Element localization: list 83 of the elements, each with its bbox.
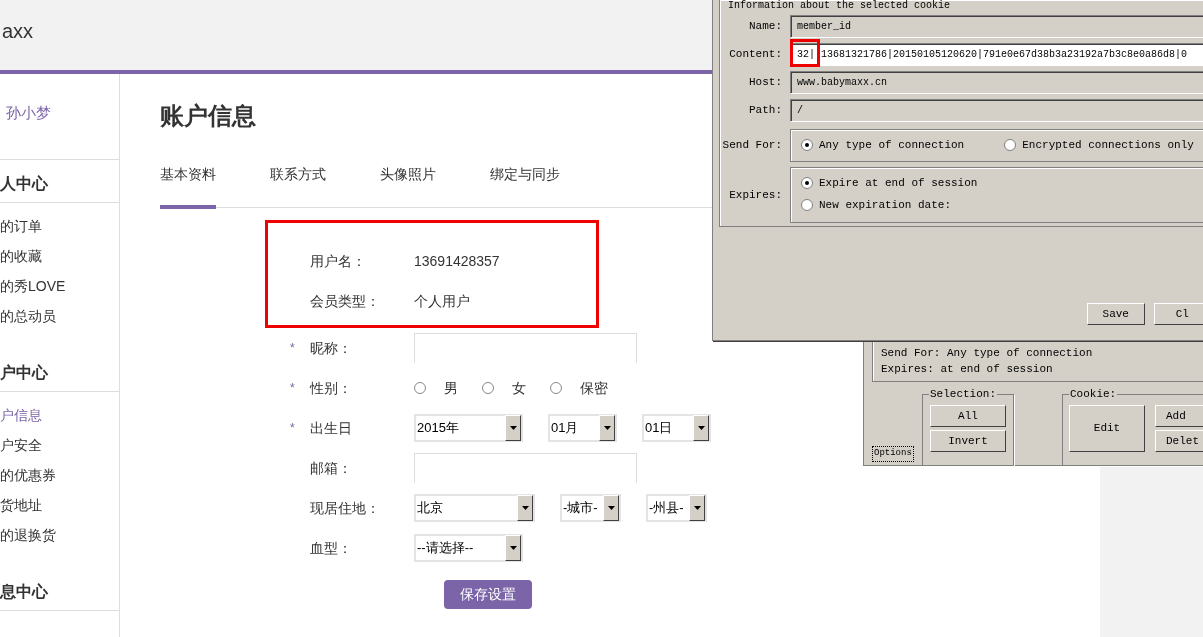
radio-icon[interactable] xyxy=(801,177,813,189)
input-field[interactable]: member_id xyxy=(790,14,1203,38)
sidebar-item[interactable]: 的总动员 xyxy=(0,301,56,331)
field-label: 昵称： xyxy=(310,339,352,356)
radio-option[interactable]: New expiration date: xyxy=(801,194,1199,216)
dialog-button[interactable]: Add xyxy=(1155,405,1203,427)
save-button[interactable]: 保存设置 xyxy=(444,580,532,609)
section-heading: 户中心 xyxy=(0,364,48,381)
field-value: 个人用户 xyxy=(414,291,470,311)
radio-icon[interactable] xyxy=(482,382,494,394)
radio-icon[interactable] xyxy=(801,139,813,151)
field-label: Path: xyxy=(749,103,782,116)
caret-icon xyxy=(603,426,611,430)
field-label: Send For: xyxy=(722,139,782,152)
sidebar-item[interactable]: 户信息 xyxy=(0,400,42,430)
caret-icon xyxy=(607,506,615,510)
field-label: 血型： xyxy=(310,539,352,556)
user-name[interactable]: 孙小梦 xyxy=(0,74,119,160)
input-field[interactable]: / xyxy=(790,98,1203,122)
field-label: 出生日 xyxy=(310,419,352,436)
sidebar-item[interactable]: 货地址 xyxy=(0,490,42,520)
field-label: Expires: xyxy=(729,188,782,201)
caret-icon xyxy=(509,426,517,430)
field-label: Host: xyxy=(749,75,782,88)
caret-icon xyxy=(697,426,705,430)
detail-text: Send For: Any type of connection xyxy=(881,347,1093,359)
site-logo[interactable]: axx xyxy=(2,0,34,46)
sidebar-item[interactable]: 的收藏 xyxy=(0,241,42,271)
dialog-button[interactable]: Invert xyxy=(930,430,1006,452)
required-mark: * xyxy=(290,341,295,355)
dialog-button[interactable]: Cl xyxy=(1153,303,1203,325)
radio-option[interactable]: 女 xyxy=(482,377,526,399)
dropdown[interactable]: 01月 xyxy=(548,414,617,442)
input-field[interactable] xyxy=(414,453,637,483)
input-field[interactable]: www.babymaxx.cn xyxy=(790,70,1203,94)
dropdown[interactable]: -城市- xyxy=(560,494,621,522)
required-mark: * xyxy=(290,381,295,395)
field-label: 邮箱： xyxy=(310,459,352,476)
dropdown[interactable]: --请选择-- xyxy=(414,534,523,562)
section-heading: 人中心 xyxy=(0,175,48,192)
group-heading: Information about the selected cookie xyxy=(728,0,951,11)
radio-option[interactable]: 男 xyxy=(414,377,458,399)
caret-icon xyxy=(521,506,529,510)
radio-icon[interactable] xyxy=(414,382,426,394)
radio-icon[interactable] xyxy=(550,382,562,394)
radio-icon[interactable] xyxy=(801,199,813,211)
section-heading: 息中心 xyxy=(0,583,48,600)
radio-option[interactable]: Any type of connection xyxy=(801,134,965,156)
sidebar-item[interactable]: 的优惠券 xyxy=(0,460,56,490)
tab[interactable]: 绑定与同步 xyxy=(490,164,560,209)
radio-option[interactable]: Encrypted connections only xyxy=(1004,134,1194,156)
options-button[interactable]: Options xyxy=(872,446,914,462)
dropdown[interactable]: -州县- xyxy=(646,494,707,522)
field-label: Name: xyxy=(749,19,782,32)
dialog-button[interactable]: Save xyxy=(1087,303,1145,325)
dialog-button[interactable]: Edit xyxy=(1069,405,1145,452)
caret-icon xyxy=(693,506,701,510)
field-label: Content: xyxy=(729,47,782,60)
field-label: 性别： xyxy=(310,379,352,396)
detail-text: Expires: at end of session xyxy=(881,363,1053,375)
radio-option[interactable]: 保密 xyxy=(550,377,608,399)
sidebar-item[interactable]: 的秀LOVE xyxy=(0,271,66,301)
page-title: 账户信息 xyxy=(160,101,256,131)
dropdown[interactable]: 2015年 xyxy=(414,414,523,442)
field-label: 会员类型： xyxy=(310,292,380,309)
sidebar-item[interactable]: 户安全 xyxy=(0,430,42,460)
required-mark: * xyxy=(290,421,295,435)
radio-option[interactable]: Expire at end of session xyxy=(801,172,1199,194)
input-field[interactable] xyxy=(414,333,637,363)
dialog-button[interactable]: Delet xyxy=(1155,430,1203,452)
dialog-button[interactable]: All xyxy=(930,405,1006,427)
field-value: 13691428357 xyxy=(414,251,500,271)
sidebar-item[interactable]: 的订单 xyxy=(0,211,42,241)
tab[interactable]: 头像照片 xyxy=(380,164,436,209)
field-label: 现居住地： xyxy=(310,499,380,516)
tab[interactable]: 基本资料 xyxy=(160,164,216,209)
tab[interactable]: 联系方式 xyxy=(270,164,326,209)
radio-icon[interactable] xyxy=(1004,139,1017,151)
field-label: 用户名： xyxy=(310,252,366,269)
dropdown[interactable]: 01日 xyxy=(642,414,711,442)
dropdown[interactable]: 北京 xyxy=(414,494,535,522)
sidebar-item[interactable]: 的退换货 xyxy=(0,520,56,550)
caret-icon xyxy=(509,546,517,550)
